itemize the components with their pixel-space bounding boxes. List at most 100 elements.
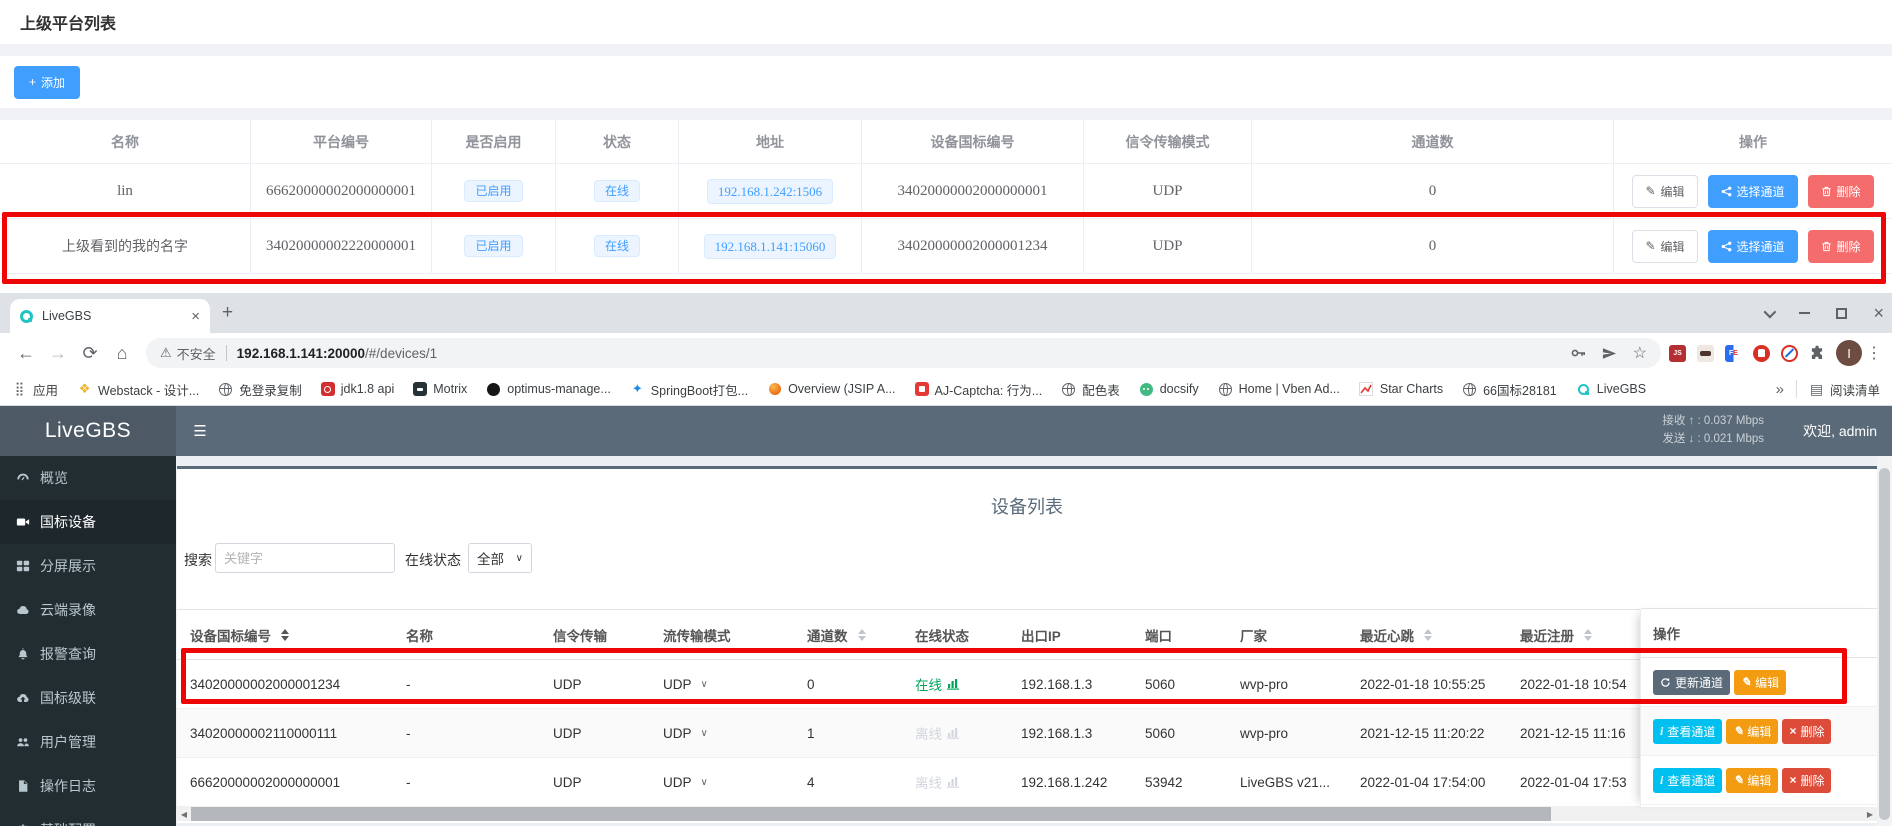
home-icon[interactable]: ⌂ bbox=[106, 343, 138, 364]
select-channels-button[interactable]: 选择通道 bbox=[1708, 175, 1798, 208]
bookmark-optimus-manage[interactable]: optimus-manage... bbox=[486, 382, 611, 397]
close-window-button[interactable]: × bbox=[1873, 304, 1884, 322]
stream-mode-select[interactable]: UDP∨ bbox=[663, 677, 807, 692]
browser-tab[interactable]: LiveGBS × bbox=[10, 299, 210, 333]
adblock-hand-extension-icon[interactable] bbox=[1753, 345, 1770, 362]
update-channels-button[interactable]: 更新通道 bbox=[1653, 670, 1730, 695]
users-icon bbox=[16, 735, 30, 749]
docsify-icon bbox=[1139, 382, 1154, 397]
app-brand[interactable]: LiveGBS bbox=[0, 406, 176, 456]
bookmark-springboot[interactable]: ✦SpringBoot打包... bbox=[630, 380, 748, 399]
sidebar-item-overview[interactable]: 概览 bbox=[0, 456, 176, 500]
delete-button[interactable]: ×删除 bbox=[1782, 719, 1831, 744]
minimize-button[interactable] bbox=[1799, 312, 1810, 314]
edit-button[interactable]: ✎编辑 bbox=[1632, 175, 1697, 208]
online-status-select[interactable]: 全部 ∨ bbox=[468, 543, 532, 573]
sidebar-item-alarm-query[interactable]: 报警查询 bbox=[0, 632, 176, 676]
blocker-extension-icon[interactable] bbox=[1781, 345, 1798, 362]
bookmark-overview-jsip[interactable]: Overview (JSIP A... bbox=[767, 382, 895, 397]
address-badge: 192.168.1.141:15060 bbox=[704, 234, 837, 259]
sidebar-item-gb-cascade[interactable]: 国标级联 bbox=[0, 676, 176, 720]
search-input[interactable] bbox=[215, 543, 395, 573]
platform-table: 名称 平台编号 是否启用 状态 地址 设备国标编号 信令传输模式 通道数 操作 … bbox=[0, 120, 1892, 293]
device-id: 34020000002000001234 bbox=[190, 677, 406, 692]
header-device-id[interactable]: 设备国标编号 bbox=[190, 625, 406, 645]
forward-icon[interactable]: → bbox=[42, 343, 74, 364]
gauge-icon bbox=[16, 471, 30, 485]
page-title: 设备列表 bbox=[177, 493, 1877, 519]
browser-menu-icon[interactable]: ⋮ bbox=[1866, 343, 1882, 363]
screenshot-root: 上级平台列表 + 添加 名称 平台编号 是否启用 状态 地址 设备国标编号 信令… bbox=[0, 0, 1892, 826]
edit-button[interactable]: ✎编辑 bbox=[1632, 230, 1697, 263]
sidebar-item-cloud-recording[interactable]: 云端录像 bbox=[0, 588, 176, 632]
send-icon[interactable] bbox=[1602, 346, 1617, 361]
delete-button[interactable]: 删除 bbox=[1808, 230, 1874, 263]
header-heartbeat[interactable]: 最近心跳 bbox=[1360, 625, 1520, 645]
sidebar-toggle-icon[interactable]: ☰ bbox=[176, 406, 224, 456]
sidebar-item-basic-config[interactable]: 基础配置 bbox=[0, 808, 176, 826]
stream-mode-select[interactable]: UDP∨ bbox=[663, 726, 807, 741]
sidebar-item-split-screen[interactable]: 分屏展示 bbox=[0, 544, 176, 588]
scrollbar-thumb[interactable] bbox=[1879, 468, 1890, 820]
bookmark-star-charts[interactable]: Star Charts bbox=[1359, 382, 1443, 397]
view-channels-button[interactable]: i查看通道 bbox=[1653, 768, 1722, 793]
reload-icon[interactable]: ⟳ bbox=[74, 343, 106, 364]
url-path: /#/devices/1 bbox=[365, 346, 437, 361]
bookmarks-overflow-chevrons[interactable]: » bbox=[1776, 381, 1784, 398]
vertical-scrollbar[interactable] bbox=[1877, 456, 1892, 826]
bookmark-color-table[interactable]: 配色表 bbox=[1061, 380, 1120, 399]
bookmark-nologin-copy[interactable]: 免登录复制 bbox=[218, 380, 302, 399]
bookmark-star-icon[interactable]: ☆ bbox=[1633, 343, 1647, 363]
profile-avatar[interactable]: I bbox=[1836, 340, 1862, 366]
device-heartbeat: 2022-01-18 10:55:25 bbox=[1360, 677, 1520, 692]
bar-chart-icon bbox=[947, 727, 960, 739]
app-content: 设备列表 搜索 在线状态 全部 ∨ 设备国标编号 名称 信令传输 流传输模式 通… bbox=[176, 456, 1877, 826]
bookmark-jdk-api[interactable]: jdk1.8 api bbox=[321, 382, 395, 396]
password-key-icon[interactable] bbox=[1570, 345, 1586, 361]
reading-list-button[interactable]: ▤阅读清单 bbox=[1809, 380, 1880, 399]
bookmark-livegbs[interactable]: LiveGBS bbox=[1576, 382, 1646, 397]
maximize-button[interactable] bbox=[1836, 308, 1847, 319]
bookmark-motrix[interactable]: Motrix bbox=[413, 382, 467, 396]
bar-chart-icon[interactable] bbox=[947, 678, 960, 690]
scroll-left-arrow-icon[interactable]: ◀ bbox=[177, 807, 191, 821]
extensions-puzzle-icon[interactable] bbox=[1809, 345, 1826, 362]
edit-button[interactable]: ✎编辑 bbox=[1726, 768, 1778, 793]
edit-button[interactable]: ✎编辑 bbox=[1726, 719, 1778, 744]
sidebar-item-gb-devices[interactable]: 国标设备 bbox=[0, 500, 176, 544]
app-sidebar: 概览 国标设备 分屏展示 云端录像 报警查询 国标级联 bbox=[0, 456, 176, 826]
incognito-mask-extension-icon[interactable] bbox=[1697, 345, 1714, 362]
edit-button[interactable]: ✎编辑 bbox=[1734, 670, 1786, 695]
bookmark-docsify[interactable]: docsify bbox=[1139, 382, 1199, 397]
js-extension-icon[interactable]: JS bbox=[1669, 345, 1686, 362]
scroll-right-arrow-icon[interactable]: ▶ bbox=[1863, 807, 1877, 821]
delete-button[interactable]: ×删除 bbox=[1782, 768, 1831, 793]
bookmark-apps[interactable]: ⣿应用 bbox=[12, 380, 58, 399]
bookmark-aj-captcha[interactable]: AJ-Captcha: 行为... bbox=[915, 380, 1043, 399]
delete-button[interactable]: 删除 bbox=[1808, 175, 1874, 208]
scrollbar-thumb[interactable] bbox=[191, 807, 1551, 821]
bookmark-vben-home[interactable]: Home | Vben Ad... bbox=[1218, 382, 1340, 397]
device-heartbeat: 2021-12-15 11:20:22 bbox=[1360, 726, 1520, 741]
add-platform-button[interactable]: + 添加 bbox=[14, 66, 80, 99]
bookmark-webstack[interactable]: ❖Webstack - 设计... bbox=[77, 380, 199, 399]
fe-extension-icon[interactable]: FE bbox=[1725, 345, 1742, 362]
sidebar-item-operation-log[interactable]: 操作日志 bbox=[0, 764, 176, 808]
refresh-icon bbox=[1660, 677, 1671, 688]
view-channels-button[interactable]: i查看通道 bbox=[1653, 719, 1722, 744]
tab-close-icon[interactable]: × bbox=[191, 308, 200, 325]
address-bar[interactable]: ⚠ 不安全 192.168.1.141:20000 /#/devices/1 ☆ bbox=[146, 338, 1661, 368]
bookmark-gb28181[interactable]: 66国标28181 bbox=[1462, 380, 1557, 399]
oracle-icon bbox=[321, 382, 335, 396]
tab-search-chevron-icon[interactable] bbox=[1764, 305, 1777, 318]
stream-mode-select[interactable]: UDP∨ bbox=[663, 775, 807, 790]
header-channels[interactable]: 通道数 bbox=[807, 625, 915, 645]
select-channels-button[interactable]: 选择通道 bbox=[1708, 230, 1798, 263]
horizontal-scrollbar[interactable]: ◀ ▶ bbox=[177, 807, 1877, 821]
sidebar-item-user-management[interactable]: 用户管理 bbox=[0, 720, 176, 764]
back-icon[interactable]: ← bbox=[10, 343, 42, 364]
new-tab-button[interactable]: + bbox=[222, 303, 233, 322]
operations-sticky-column: 操作 更新通道 ✎编辑 i查看通道 ✎编辑 ×删除 i查看通道 ✎编辑 ×删除 bbox=[1640, 609, 1877, 807]
welcome-user[interactable]: 欢迎, admin bbox=[1803, 406, 1877, 456]
header-name: 名称 bbox=[406, 625, 553, 645]
